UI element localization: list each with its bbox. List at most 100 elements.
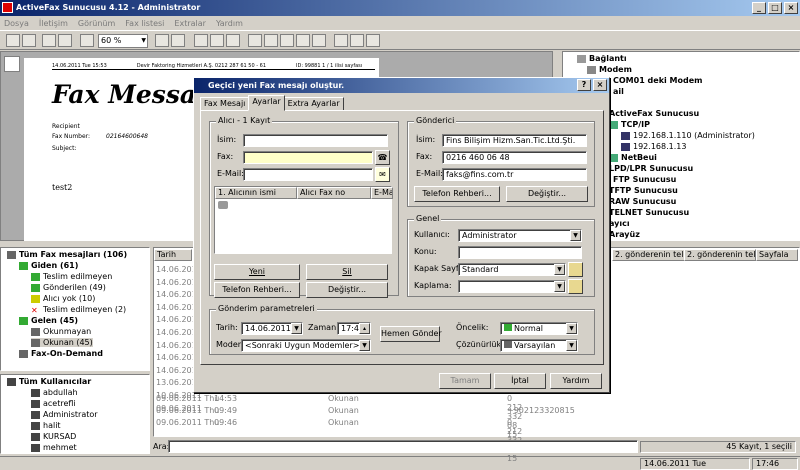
table-row[interactable]: 09.06.2011 Thu 09:49 Okunan +902123320815 <box>156 406 575 417</box>
tree-item-unread[interactable]: Okunmayan <box>31 327 91 336</box>
download-icon[interactable] <box>171 34 185 47</box>
user-item[interactable]: acetrefli <box>31 399 76 408</box>
user-select[interactable]: Administrator ▼ <box>458 229 582 242</box>
tree-item-incoming[interactable]: Gelen (45) <box>19 316 78 325</box>
tree-item-raw[interactable]: RAW Sunucusu <box>609 197 676 206</box>
tree-item-ip-13[interactable]: 192.168.1.13 <box>621 142 686 151</box>
cover-page-select[interactable]: Standard ▼ <box>458 263 566 276</box>
tree-item-no-recipient[interactable]: Alıcı yok (10) <box>31 294 95 303</box>
column-header-recipient-fax[interactable]: Alıcı Fax no <box>297 187 371 199</box>
overlay-folder-icon[interactable] <box>568 279 583 294</box>
sender-phonebook-button[interactable]: Telefon Rehberi... <box>414 186 500 202</box>
menu-extralar[interactable]: Extralar <box>174 19 206 28</box>
list-item[interactable]: 14.06.2011 <box>156 365 202 378</box>
tree-item-netbeui[interactable]: NetBeui <box>609 153 657 162</box>
menu-fax-listesi[interactable]: Fax listesi <box>125 19 164 28</box>
list-icon[interactable] <box>210 34 224 47</box>
tree-item-sayici[interactable]: ayıcı <box>609 219 630 228</box>
menu-dosya[interactable]: Dosya <box>4 19 29 28</box>
grid-icon[interactable] <box>194 34 208 47</box>
sender-name-input[interactable]: Fins Bilişim Hizm.San.Tic.Ltd.Şti. <box>442 134 587 147</box>
resolution-select[interactable]: Varsayılan ▼ <box>500 339 578 352</box>
list-item[interactable]: 14.06.2011 <box>156 352 202 365</box>
overlay-select[interactable]: ▼ <box>458 280 566 293</box>
tree-item-mail[interactable]: ail <box>613 87 624 96</box>
tree-item-failed[interactable]: ✕ Teslim edilmeyen (2) <box>31 305 126 315</box>
tree-item-arayuz[interactable]: Arayüz <box>609 230 640 239</box>
dialog-close-icon[interactable]: × <box>593 79 607 91</box>
tab-settings[interactable]: Ayarlar <box>248 95 285 111</box>
settings-icon[interactable] <box>312 34 326 47</box>
menu-gorunum[interactable]: Görünüm <box>78 19 115 28</box>
tree-item-all-users[interactable]: Tüm Kullanıcılar <box>7 377 91 386</box>
zoom-select[interactable]: 60 % ▼ <box>98 34 148 48</box>
print-icon[interactable] <box>42 34 56 47</box>
dialog-title-bar[interactable]: Geçici yeni Fax mesajı oluştur. ? × <box>194 78 609 93</box>
ots-icon[interactable] <box>350 34 364 47</box>
tree-item-lpd[interactable]: LPD/LPR Sunucusu <box>609 164 693 173</box>
delete-recipient-button[interactable]: Sil <box>306 264 388 280</box>
book-icon[interactable] <box>264 34 278 47</box>
column-header-sender-phone-2[interactable]: 2. gönderenin telefo <box>684 249 756 261</box>
tree-item-ip-110[interactable]: 192.168.1.110 (Administrator) <box>621 131 755 140</box>
help-button[interactable]: Yardım <box>550 373 602 389</box>
list-item[interactable]: 14.06.2011 <box>156 314 202 327</box>
cancel-button[interactable]: İptal <box>494 373 546 389</box>
phonebook-icon[interactable] <box>248 34 262 47</box>
edit-icon[interactable] <box>280 34 294 47</box>
modem-select[interactable]: <Sonraki Uygun Modemler> ▼ <box>241 339 371 352</box>
recipient-name-input[interactable] <box>243 134 388 147</box>
list-item[interactable]: 14.06.2011 <box>156 302 202 315</box>
column-header-date[interactable]: Tarih <box>154 249 192 261</box>
column-header-pages[interactable]: Sayfala <box>756 249 798 261</box>
close-button[interactable]: × <box>784 2 798 14</box>
upload-icon[interactable] <box>155 34 169 47</box>
recipient-phonebook-button[interactable]: Telefon Rehberi... <box>214 282 300 298</box>
user-item[interactable]: KURSAD <box>31 432 76 441</box>
menu-yardim[interactable]: Yardım <box>216 19 243 28</box>
user-item[interactable]: Administrator <box>31 410 98 419</box>
user-item[interactable]: mehmet <box>31 443 77 452</box>
minimize-button[interactable]: _ <box>752 2 766 14</box>
priority-select[interactable]: Normal ▼ <box>500 322 578 335</box>
sender-change-button[interactable]: Değiştir... <box>506 186 588 202</box>
time-input[interactable]: 17:43 ▴ <box>337 322 371 335</box>
fax-lookup-icon[interactable]: ☎ <box>375 150 390 165</box>
recipient-change-button[interactable]: Değiştir... <box>306 282 388 298</box>
list-item[interactable]: 14.06.2011 <box>156 277 202 290</box>
date-picker[interactable]: 14.06.2011 ▼ <box>241 322 303 335</box>
list-item[interactable]: 14.06.2011 <box>156 340 202 353</box>
dialog-help-icon[interactable]: ? <box>577 79 591 91</box>
table-row[interactable]: 09.06.2011 Thu09:46 Okunan0 212 332 08 1… <box>156 418 522 463</box>
recipient-email-input[interactable] <box>243 168 373 181</box>
list-item[interactable]: 14.06.2011 <box>156 264 202 277</box>
list-item[interactable]: 13.06.2011 <box>156 377 202 390</box>
cover-folder-icon[interactable] <box>568 262 583 277</box>
forward-icon[interactable] <box>296 34 310 47</box>
tree-item-outgoing[interactable]: Giden (61) <box>19 261 78 270</box>
tree-item-telnet[interactable]: TELNET Sunucusu <box>609 208 689 217</box>
table-row[interactable]: 09.06.2011 Thu 14:53 Okunan 0 212 332 08 1… <box>156 394 522 439</box>
tree-item-com01[interactable]: COM01 deki Modem <box>613 76 703 85</box>
tree-item-all-faxes[interactable]: Tüm Fax mesajları (106) <box>7 250 127 259</box>
user-item[interactable]: abdullah <box>31 388 78 397</box>
tree-item-sent[interactable]: Gönderilen (49) <box>31 283 106 292</box>
help-icon[interactable] <box>366 34 380 47</box>
tree-item-tftp[interactable]: TFTP Sunucusu <box>609 186 678 195</box>
tree-item-undelivered[interactable]: Teslim edilmeyen <box>31 272 112 281</box>
tree-item-activefax-server[interactable]: ActiveFax Sunucusu <box>609 109 699 118</box>
table-icon[interactable] <box>226 34 240 47</box>
new-icon[interactable] <box>6 34 20 47</box>
list-item[interactable]: 14.06.2011 <box>156 289 202 302</box>
menu-iletisim[interactable]: İletişim <box>39 19 68 28</box>
user-list-panel[interactable]: Tüm Kullanıcılar abdullah acetrefli Admi… <box>0 374 150 454</box>
save-icon[interactable] <box>22 34 36 47</box>
ok-button[interactable]: Tamam <box>439 373 491 389</box>
page-thumbnail-icon[interactable] <box>4 56 20 72</box>
app-title-bar[interactable]: ActiveFax Sunucusu 4.12 - Administrator … <box>0 0 800 16</box>
recipient-list[interactable]: 1. Alıcının ismi Alıcı Fax no E-Ma <box>214 186 393 254</box>
tab-extra-settings[interactable]: Extra Ayarlar <box>283 97 344 111</box>
list-item[interactable]: 14.06.2011 <box>156 327 202 340</box>
column-header-recipient-name[interactable]: 1. Alıcının ismi <box>215 187 297 199</box>
tab-fax-message[interactable]: Fax Mesajı <box>200 97 250 111</box>
